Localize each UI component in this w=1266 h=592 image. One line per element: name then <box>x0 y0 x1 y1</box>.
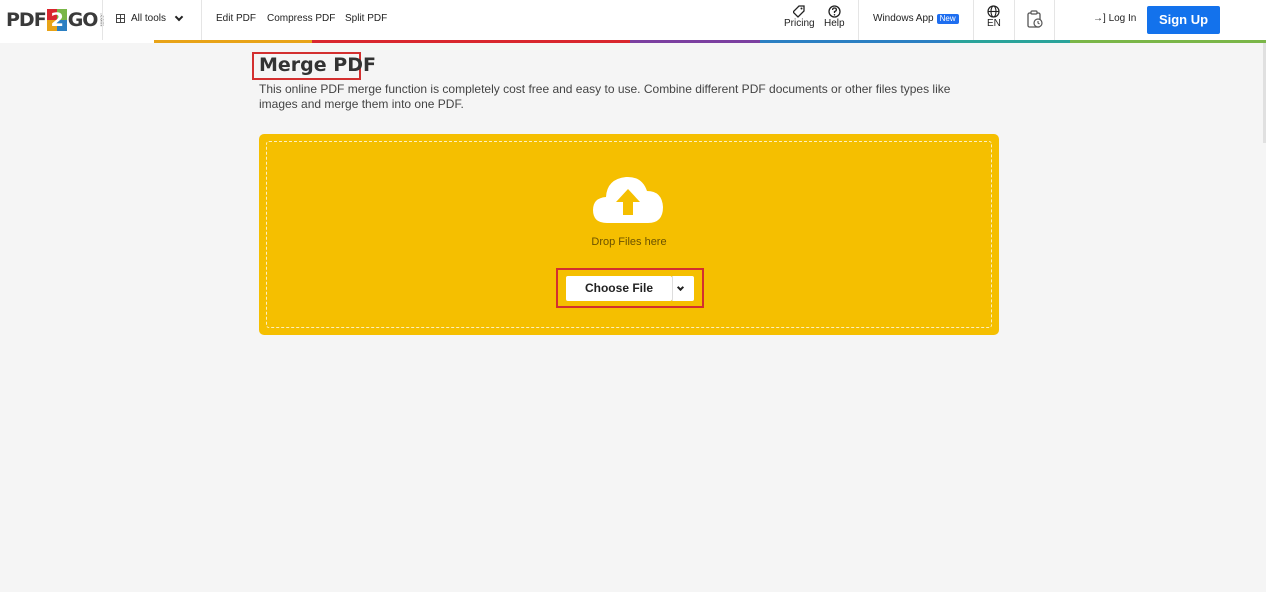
header-divider <box>102 0 103 40</box>
windows-app-label: Windows App <box>873 13 934 24</box>
pdf2go-logo[interactable]: PDF 2 GO .com <box>6 7 104 33</box>
tag-icon <box>793 5 805 18</box>
all-tools-menu[interactable]: All tools <box>116 12 184 24</box>
nav-link-split-pdf[interactable]: Split PDF <box>345 13 387 24</box>
help-label: Help <box>824 18 845 29</box>
logo-two-badge: 2 <box>46 9 67 31</box>
grid-icon <box>116 14 125 23</box>
header-divider <box>1014 0 1015 40</box>
pricing-label: Pricing <box>784 18 815 29</box>
header-divider <box>201 0 202 40</box>
drop-files-text: Drop Files here <box>591 236 667 248</box>
header-divider <box>1054 0 1055 40</box>
header-divider <box>858 0 859 40</box>
chevron-down-icon <box>174 12 184 21</box>
sign-up-button[interactable]: Sign Up <box>1147 6 1220 34</box>
history-icon[interactable] <box>1027 10 1043 29</box>
header-divider <box>973 0 974 40</box>
login-label: Log In <box>1108 13 1137 24</box>
nav-link-edit-pdf[interactable]: Edit PDF <box>216 13 256 24</box>
windows-app-link[interactable]: Windows App New <box>873 13 959 24</box>
globe-icon <box>987 5 1001 18</box>
help-circle-icon <box>828 5 841 18</box>
pricing-link[interactable]: Pricing <box>784 5 815 29</box>
nav-link-compress-pdf[interactable]: Compress PDF <box>267 13 335 24</box>
login-link[interactable]: →] Log In <box>1093 13 1136 24</box>
page-title: Merge PDF <box>259 54 376 76</box>
language-label: EN <box>987 18 1001 29</box>
page-description: This online PDF merge function is comple… <box>259 82 951 111</box>
rainbow-divider <box>0 40 1266 43</box>
logo-text-2: 2 <box>50 9 64 31</box>
new-badge: New <box>936 13 959 24</box>
logo-text-pdf: PDF <box>6 9 47 31</box>
cloud-upload-icon <box>593 176 663 223</box>
chevron-down-icon <box>676 283 685 292</box>
all-tools-label: All tools <box>131 13 167 24</box>
choose-file-button[interactable]: Choose File <box>566 276 672 301</box>
language-selector[interactable]: EN <box>987 5 1001 29</box>
login-icon: →] <box>1093 13 1106 24</box>
help-link[interactable]: Help <box>824 5 845 29</box>
file-drop-zone[interactable]: Drop Files here Choose File <box>259 134 999 335</box>
choose-file-dropdown-button[interactable] <box>672 276 694 301</box>
top-navbar: PDF 2 GO .com All tools Edit PDF Compres… <box>0 0 1266 40</box>
logo-text-go: GO <box>67 9 99 31</box>
